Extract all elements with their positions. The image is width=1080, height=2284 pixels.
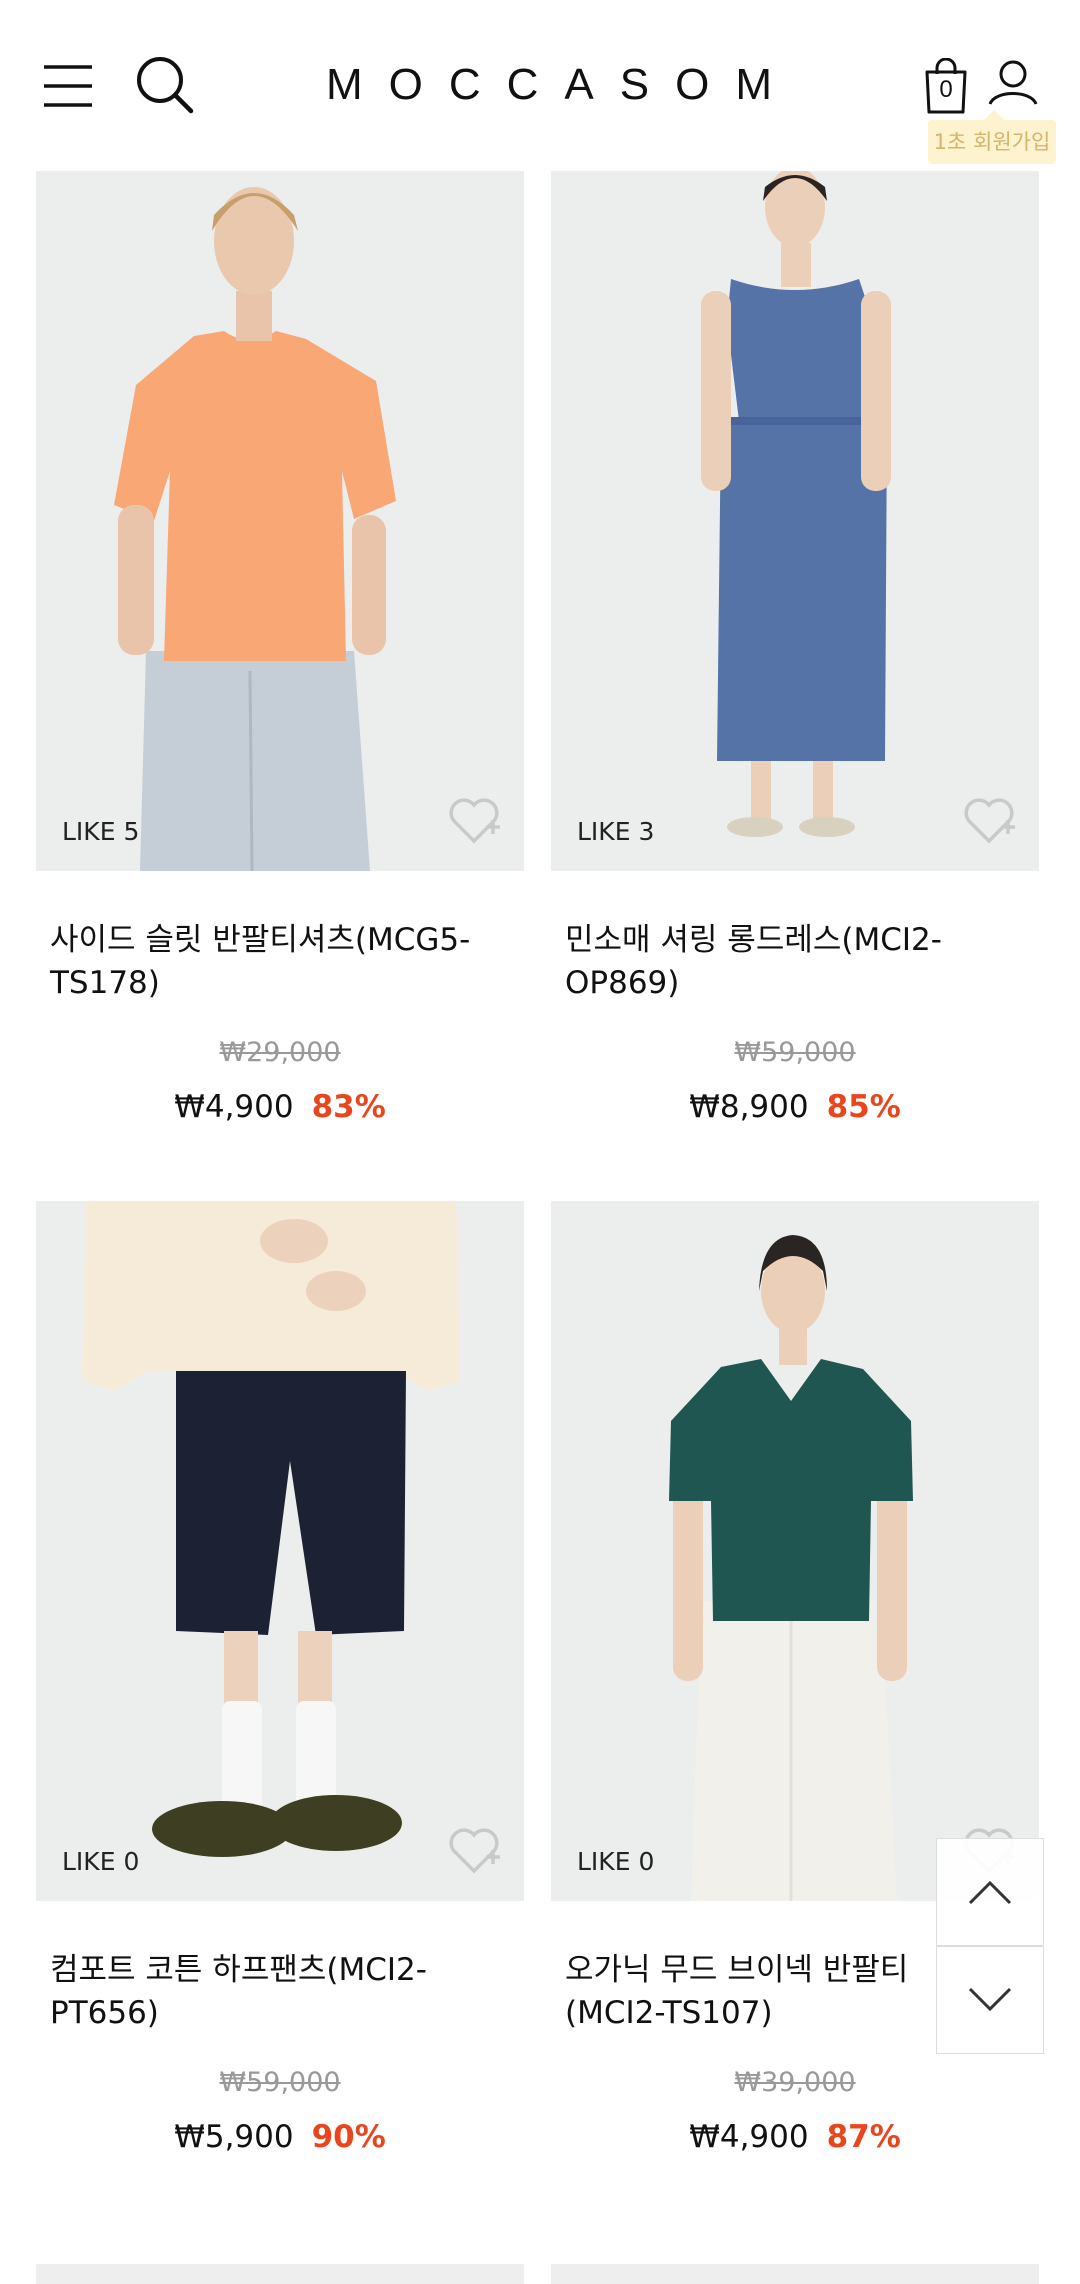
discount-rate: 90%: [311, 2119, 386, 2155]
brand-logo[interactable]: MOCCASOM: [300, 52, 780, 118]
scroll-to-top-button[interactable]: [936, 1838, 1044, 1946]
price-row: ₩8,900 85%: [551, 1089, 1039, 1125]
original-price: ₩39,000: [734, 2067, 856, 2098]
original-price: ₩29,000: [219, 1037, 341, 1068]
search-button[interactable]: [130, 50, 200, 120]
product-name[interactable]: 컴포트 코튼 하프팬츠(MCI2-PT656): [50, 1949, 520, 2035]
product-image[interactable]: LIKE 3: [551, 171, 1039, 871]
discount-rate: 85%: [826, 1089, 901, 1125]
product-name[interactable]: 민소매 셔링 롱드레스(MCI2-OP869): [565, 919, 1035, 1005]
header: MOCCASOM 0 1초 회원가입: [0, 0, 1080, 170]
scroll-to-bottom-button[interactable]: [936, 1946, 1044, 2054]
cart-button[interactable]: 0: [914, 52, 978, 124]
product-image[interactable]: LIKE 5: [36, 171, 524, 871]
heart-add-icon[interactable]: [446, 793, 502, 845]
account-button[interactable]: [980, 50, 1046, 116]
menu-button[interactable]: [36, 54, 100, 118]
heart-add-icon[interactable]: [961, 793, 1017, 845]
product-image[interactable]: LIKE 0: [551, 1201, 1039, 1901]
chevron-up-icon: [968, 1880, 1012, 1905]
cart-count: 0: [939, 76, 953, 103]
price-row: ₩4,900 87%: [551, 2119, 1039, 2155]
like-count: LIKE 0: [577, 1847, 655, 1876]
product-image[interactable]: LIKE 0: [36, 1201, 524, 1901]
original-price: ₩59,000: [734, 1037, 856, 1068]
menu-icon: [44, 65, 92, 107]
sale-price: ₩4,900: [689, 2119, 809, 2155]
discount-rate: 83%: [311, 1089, 386, 1125]
price-row: ₩5,900 90%: [36, 2119, 524, 2155]
sale-price: ₩5,900: [174, 2119, 294, 2155]
like-count: LIKE 5: [62, 817, 140, 846]
product-image-partial[interactable]: [551, 2264, 1039, 2284]
search-icon: [137, 57, 194, 114]
original-price: ₩59,000: [219, 2067, 341, 2098]
like-count: LIKE 0: [62, 1847, 140, 1876]
signup-tooltip[interactable]: 1초 회원가입: [928, 110, 1056, 164]
product-name[interactable]: 사이드 슬릿 반팔티셔츠(MCG5-TS178): [50, 919, 520, 1005]
sale-price: ₩8,900: [689, 1089, 809, 1125]
like-count: LIKE 3: [577, 817, 655, 846]
price-row: ₩4,900 83%: [36, 1089, 524, 1125]
discount-rate: 87%: [826, 2119, 901, 2155]
product-image-partial[interactable]: [36, 2264, 524, 2284]
sale-price: ₩4,900: [174, 1089, 294, 1125]
user-icon: [988, 60, 1038, 105]
chevron-down-icon: [968, 1987, 1012, 2012]
heart-add-icon[interactable]: [446, 1823, 502, 1875]
